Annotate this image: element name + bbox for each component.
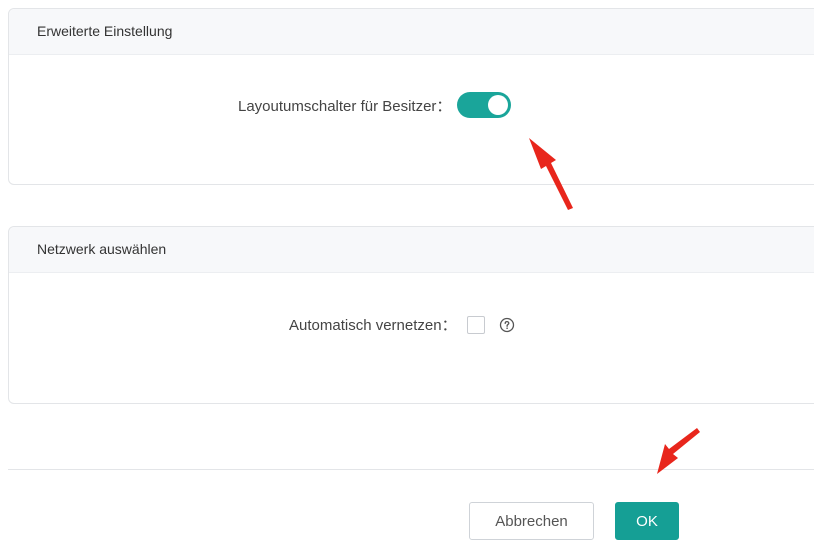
annotation-arrow-ok <box>657 428 700 474</box>
